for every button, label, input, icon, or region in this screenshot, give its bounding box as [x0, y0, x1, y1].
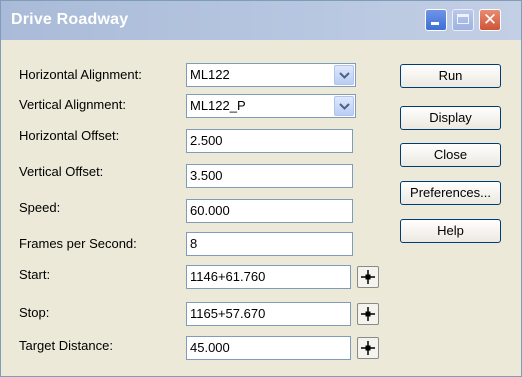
stop-label: Stop: — [19, 305, 50, 320]
vertical-offset-label: Vertical Offset: — [19, 164, 104, 179]
preferences-button[interactable]: Preferences... — [400, 181, 501, 205]
chevron-down-icon — [339, 72, 350, 79]
horizontal-offset-label: Horizontal Offset: — [19, 128, 120, 143]
start-pick-button[interactable] — [357, 266, 379, 288]
crosshair-icon — [361, 307, 375, 321]
vertical-alignment-value: ML122_P — [190, 98, 246, 113]
horizontal-alignment-label: Horizontal Alignment: — [19, 67, 142, 82]
chevron-down-icon — [339, 103, 350, 110]
maximize-button[interactable] — [452, 9, 474, 31]
speed-input[interactable]: 60.000 — [186, 199, 353, 223]
stop-pick-button[interactable] — [357, 303, 379, 325]
title-bar[interactable]: Drive Roadway ✕ — [1, 1, 521, 40]
target-distance-label: Target Distance: — [19, 338, 113, 353]
close-window-button[interactable]: ✕ — [479, 9, 501, 31]
vertical-alignment-label: Vertical Alignment: — [19, 97, 126, 112]
speed-label: Speed: — [19, 200, 61, 215]
crosshair-icon — [361, 341, 375, 355]
vertical-alignment-dropdown-button[interactable] — [334, 96, 354, 116]
window-title: Drive Roadway — [11, 11, 129, 28]
run-button[interactable]: Run — [400, 64, 501, 88]
target-distance-pick-button[interactable] — [357, 337, 379, 359]
start-station-input[interactable]: 1146+61.760 — [186, 265, 351, 289]
frames-per-second-input[interactable]: 8 — [186, 232, 353, 256]
horizontal-alignment-dropdown-button[interactable] — [334, 65, 354, 85]
horizontal-offset-input[interactable]: 2.500 — [186, 129, 353, 153]
drive-roadway-dialog: Drive Roadway ✕ Horizontal Alignment: ML… — [0, 0, 522, 377]
display-button[interactable]: Display — [400, 106, 501, 130]
help-button[interactable]: Help — [400, 219, 501, 243]
minimize-icon — [431, 22, 439, 25]
stop-station-input[interactable]: 1165+57.670 — [186, 302, 351, 326]
start-label: Start: — [19, 267, 51, 282]
frames-per-second-label: Frames per Second: — [19, 236, 137, 251]
horizontal-alignment-select[interactable]: ML122 — [186, 63, 356, 87]
crosshair-icon — [361, 270, 375, 284]
vertical-offset-input[interactable]: 3.500 — [186, 164, 353, 188]
minimize-button[interactable] — [425, 9, 447, 31]
horizontal-alignment-value: ML122 — [190, 67, 230, 82]
target-distance-input[interactable]: 45.000 — [186, 336, 351, 360]
vertical-alignment-select[interactable]: ML122_P — [186, 94, 356, 118]
close-icon: ✕ — [482, 10, 498, 29]
maximize-icon — [457, 14, 469, 24]
close-button[interactable]: Close — [400, 143, 501, 167]
